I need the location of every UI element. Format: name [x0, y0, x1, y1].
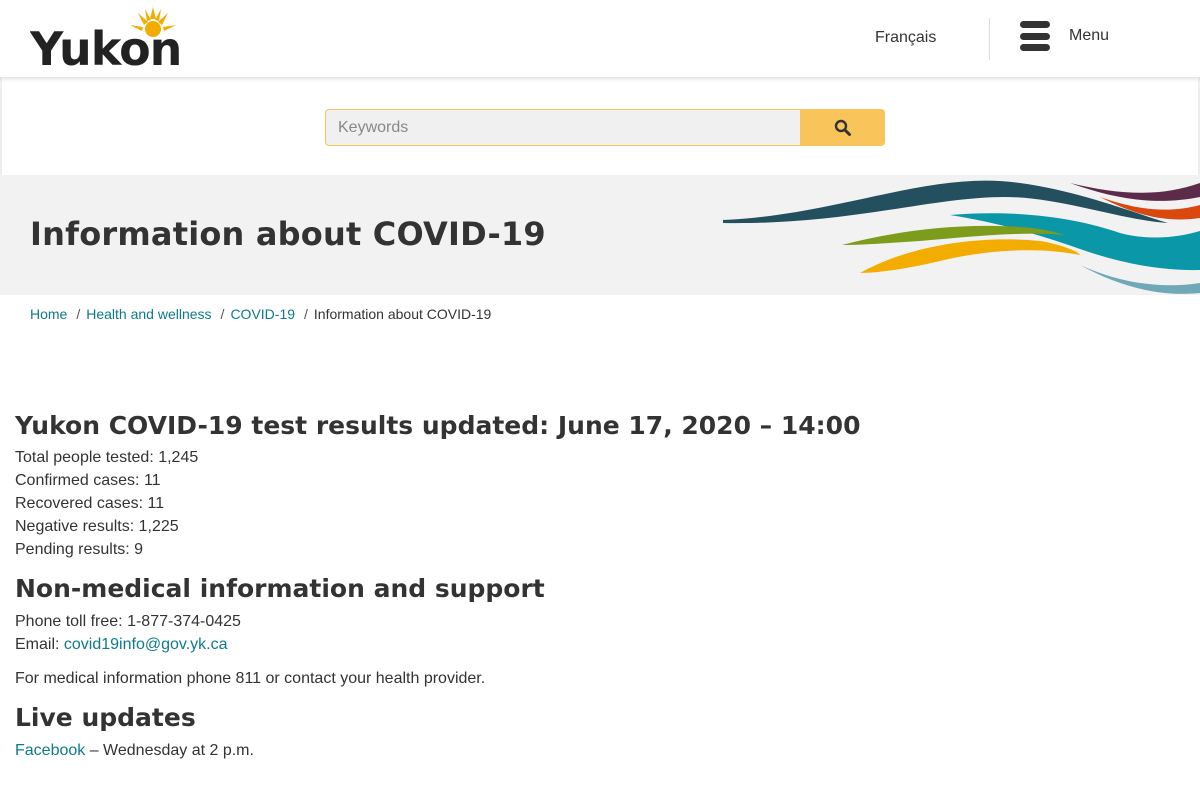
stat-negative-results: Negative results: 1,225 [15, 518, 179, 535]
decorative-waves [723, 180, 1200, 294]
menu-label: Menu [1069, 27, 1110, 44]
medical-info-note: For medical information phone 811 or con… [15, 670, 486, 687]
facebook-link[interactable]: Facebook [15, 742, 85, 759]
stat-recovered-cases: Recovered cases: 11 [15, 495, 165, 512]
test-results-heading: Yukon COVID-19 test results updated: Jun… [15, 411, 861, 440]
main-content: Yukon COVID-19 test results updated: Jun… [15, 410, 1185, 762]
menu-button[interactable]: Menu [1020, 20, 1109, 52]
yukon-logo[interactable]: Yukon [30, 5, 190, 69]
breadcrumb: Home / Health and wellness / COVID-19 / … [30, 306, 491, 322]
breadcrumb-separator: / [220, 306, 225, 322]
search-button[interactable] [800, 109, 885, 146]
page-banner: Information about COVID-19 [0, 175, 1200, 295]
support-phone: Phone toll free: 1-877-374-0425 [15, 613, 241, 630]
language-toggle-link[interactable]: Français [875, 29, 936, 47]
site-header: Yukon Français Menu [0, 0, 1200, 77]
support-email-line: Email: covid19info@gov.yk.ca [15, 633, 1185, 656]
support-heading: Non-medical information and support [15, 574, 545, 603]
breadcrumb-covid-link[interactable]: COVID-19 [230, 306, 295, 322]
breadcrumb-home-link[interactable]: Home [30, 306, 67, 322]
header-divider [989, 18, 990, 60]
hamburger-icon [1020, 21, 1050, 51]
stat-pending-results: Pending results: 9 [15, 541, 144, 558]
svg-text:Yukon: Yukon [30, 22, 181, 69]
search-input[interactable] [325, 109, 801, 146]
breadcrumb-health-link[interactable]: Health and wellness [86, 306, 211, 322]
email-label: Email: [15, 636, 64, 653]
support-email-link[interactable]: covid19info@gov.yk.ca [64, 636, 228, 653]
search-section [0, 77, 1200, 175]
facebook-schedule: – Wednesday at 2 p.m. [85, 742, 254, 759]
breadcrumb-current: Information about COVID-19 [313, 306, 492, 322]
live-update-item: Facebook – Wednesday at 2 p.m. [15, 739, 1185, 762]
page-title: Information about COVID-19 [30, 215, 546, 253]
live-updates-heading: Live updates [15, 703, 196, 732]
stat-confirmed-cases: Confirmed cases: 11 [15, 472, 161, 489]
breadcrumb-separator: / [304, 306, 308, 322]
breadcrumb-separator: / [76, 306, 81, 322]
stat-total-tested: Total people tested: 1,245 [15, 449, 199, 466]
search-icon [834, 119, 851, 136]
